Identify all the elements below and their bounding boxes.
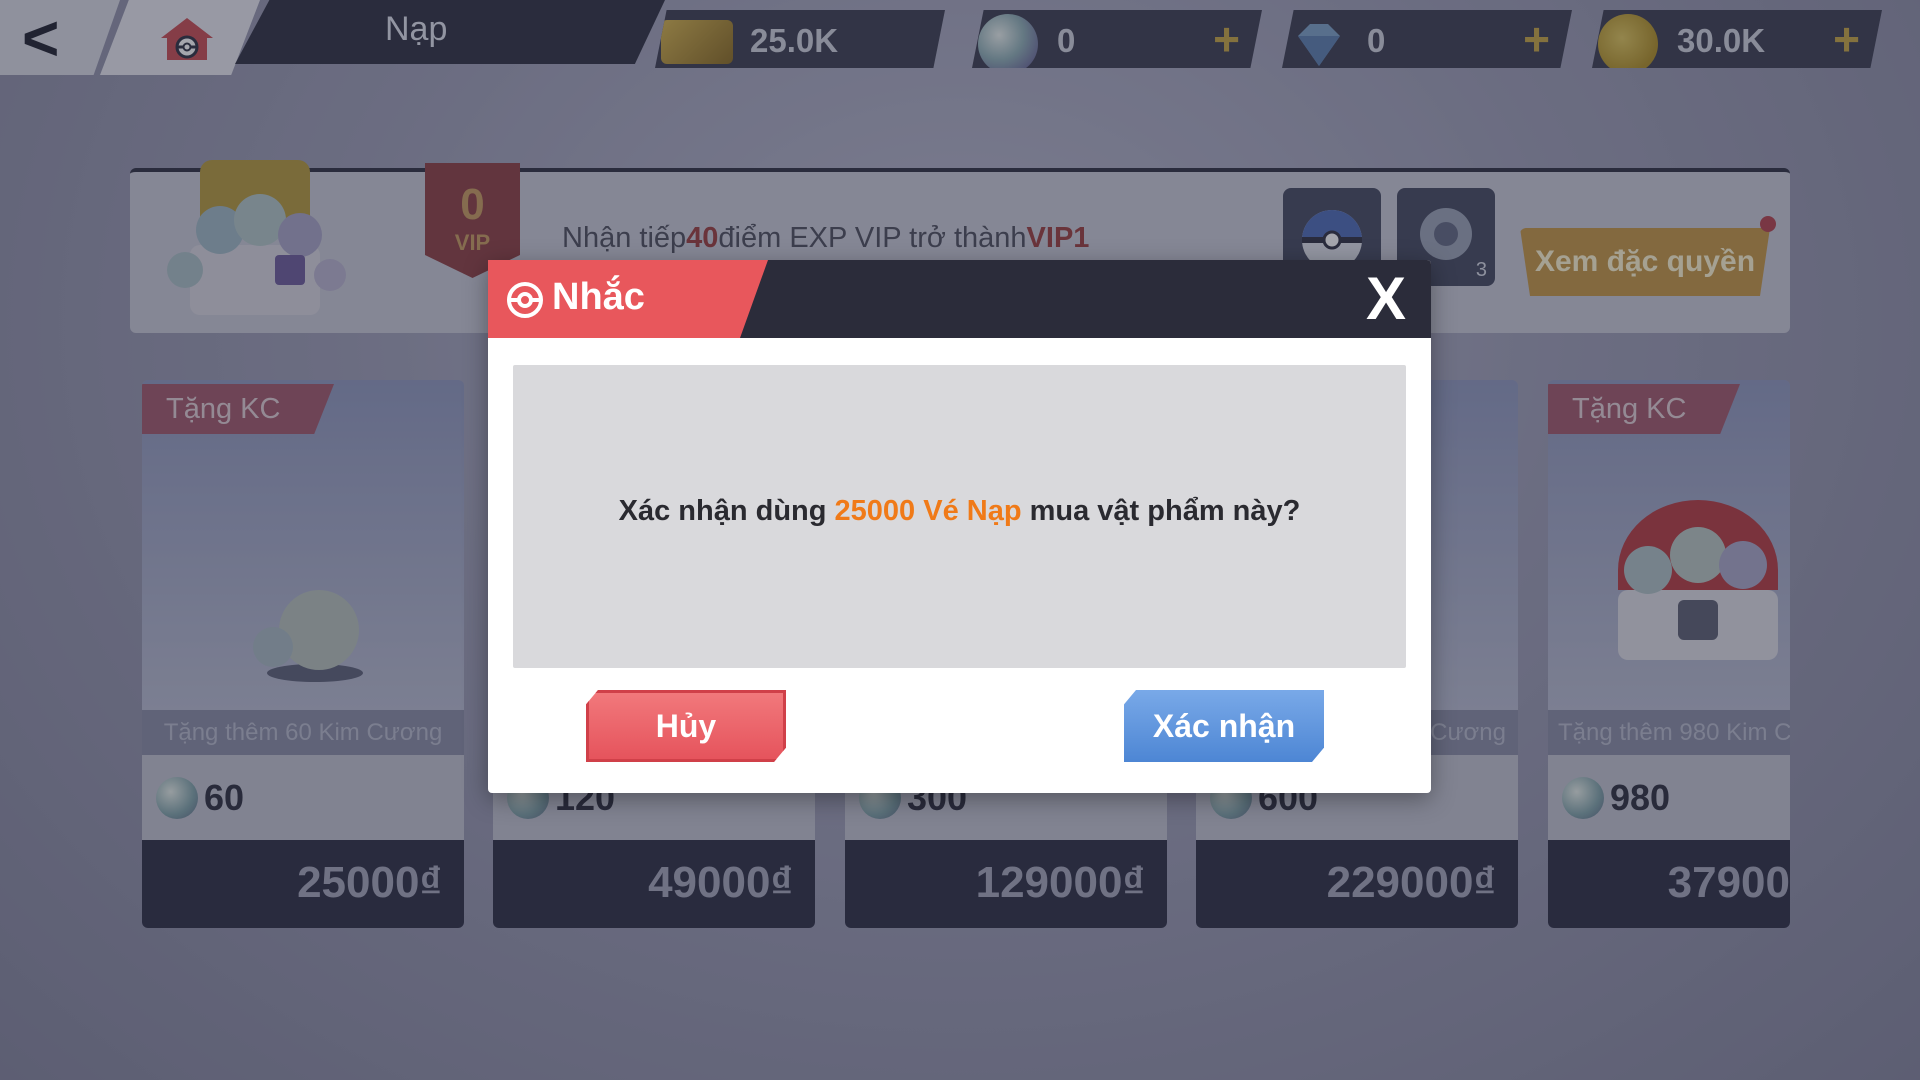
message-suffix: mua vật phẩm này?	[1021, 495, 1301, 527]
cancel-button[interactable]: Hủy	[586, 690, 786, 762]
dialog-message-box: Xác nhận dùng 25000 Vé Nạp mua vật phẩm …	[513, 365, 1406, 668]
message-highlight: 25000 Vé Nạp	[834, 495, 1022, 527]
pokeball-icon	[507, 282, 543, 318]
close-button[interactable]: X	[1353, 266, 1419, 332]
confirm-button[interactable]: Xác nhận	[1124, 690, 1324, 762]
dialog-header: Nhắc X	[488, 260, 1431, 338]
message-prefix: Xác nhận dùng	[618, 495, 835, 527]
dialog-message: Xác nhận dùng 25000 Vé Nạp mua vật phẩm …	[513, 495, 1406, 528]
dialog-title: Nhắc	[552, 276, 645, 318]
confirm-dialog: Nhắc X Xác nhận dùng 25000 Vé Nạp mua vậ…	[488, 260, 1431, 793]
